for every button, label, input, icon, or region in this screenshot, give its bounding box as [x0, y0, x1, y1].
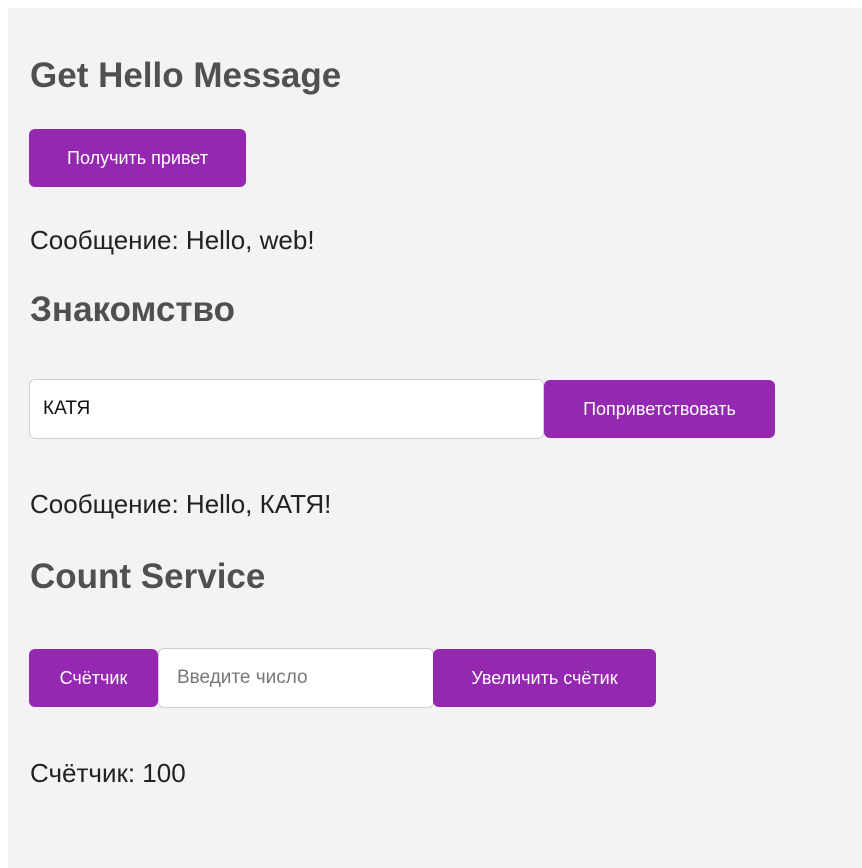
counter-text: Счётчик: 100	[30, 758, 186, 788]
greeting-section-title: Знакомство	[30, 290, 235, 329]
increment-counter-button[interactable]: Увеличить счётик	[433, 649, 656, 707]
name-input[interactable]	[29, 379, 544, 439]
counter-button[interactable]: Счётчик	[29, 649, 158, 707]
greeting-message: Сообщение: Hello, КАТЯ!	[30, 489, 332, 519]
count-section-title: Count Service	[30, 557, 266, 596]
greet-button[interactable]: Поприветствовать	[544, 380, 775, 438]
hello-message: Сообщение: Hello, web!	[30, 225, 315, 255]
number-input[interactable]	[158, 648, 434, 708]
hello-section-title: Get Hello Message	[30, 56, 342, 95]
get-hello-button[interactable]: Получить привет	[29, 129, 246, 187]
main-panel: Get Hello Message Получить привет Сообще…	[8, 8, 862, 868]
